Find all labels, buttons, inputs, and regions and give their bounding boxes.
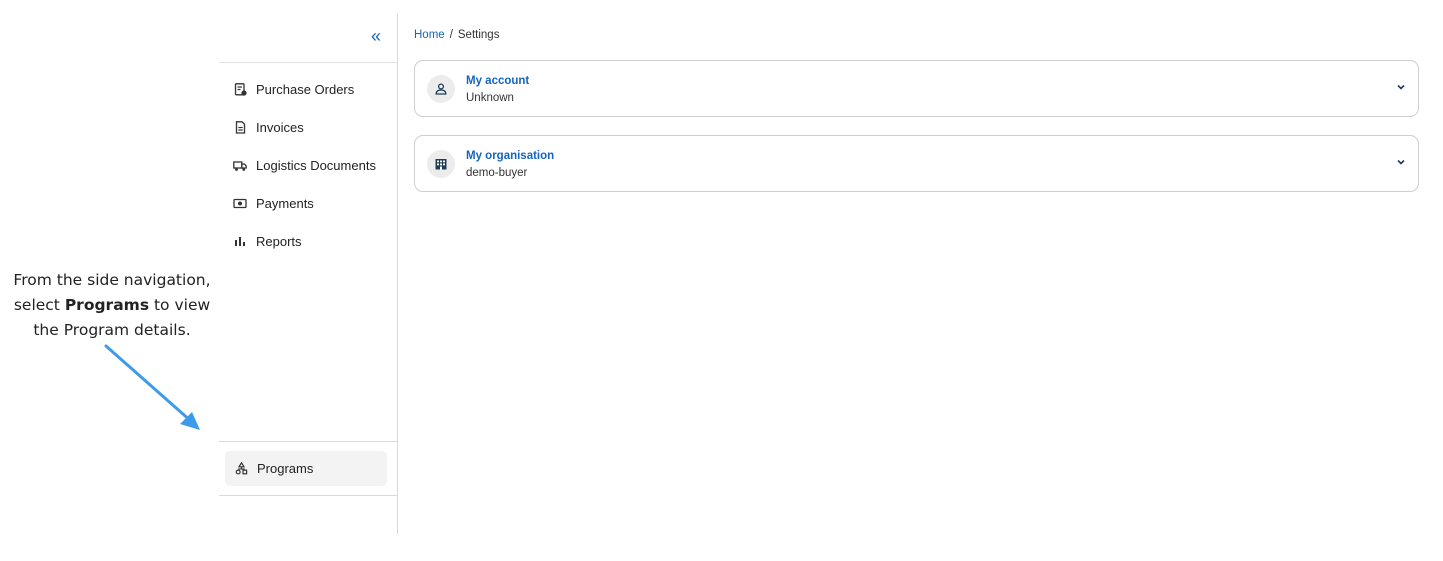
my-account-card[interactable]: My account Unknown	[414, 60, 1419, 117]
breadcrumb-current: Settings	[457, 29, 500, 41]
annotation-arrow-icon	[104, 344, 200, 430]
sidebar-item-label: Purchase Orders	[256, 81, 355, 97]
card-title: My organisation	[466, 150, 555, 162]
breadcrumb-separator: /	[449, 29, 453, 41]
sidebar-item-reports[interactable]: Reports	[219, 222, 397, 260]
bar-chart-icon	[233, 234, 247, 248]
annotation-line-2-pre: select	[13, 296, 65, 314]
sidebar-divider	[219, 62, 397, 63]
breadcrumb: Home / Settings	[414, 29, 499, 41]
chevron-down-icon[interactable]	[1396, 157, 1406, 167]
purchase-orders-icon	[233, 82, 247, 96]
sidebar-item-label: Payments	[256, 195, 314, 211]
sidebar-item-purchase-orders[interactable]: Purchase Orders	[219, 70, 397, 108]
sidebar-item-invoices[interactable]: Invoices	[219, 108, 397, 146]
sidebar-bottom-section: Programs	[219, 441, 397, 496]
sidebar-item-label: Logistics Documents	[256, 157, 376, 173]
sidebar-item-label: Programs	[257, 461, 314, 476]
annotation-text: From the side navigation, select Program…	[6, 268, 218, 343]
chevron-down-icon[interactable]	[1396, 82, 1406, 92]
user-icon	[427, 75, 455, 103]
invoice-icon	[233, 120, 247, 134]
truck-icon	[233, 158, 247, 172]
sidebar-item-programs[interactable]: Programs	[225, 451, 387, 486]
sidebar-item-label: Invoices	[256, 119, 304, 135]
card-subtitle: demo-buyer	[466, 167, 528, 179]
sidebar-item-label: Reports	[256, 233, 302, 249]
card-title: My account	[466, 75, 530, 87]
annotation-line-2-post: to view	[149, 296, 211, 314]
card-subtitle: Unknown	[466, 92, 514, 104]
sidebar-item-payments[interactable]: Payments	[219, 184, 397, 222]
annotation-line-3: the Program details.	[33, 321, 191, 339]
annotation-line-1: From the side navigation,	[13, 271, 211, 289]
building-icon	[427, 150, 455, 178]
collapse-sidebar-button[interactable]: «	[371, 26, 381, 46]
breadcrumb-home-link[interactable]: Home	[414, 29, 445, 41]
my-organisation-card[interactable]: My organisation demo-buyer	[414, 135, 1419, 192]
sidebar-divider	[219, 495, 397, 496]
sidebar-nav: Purchase Orders Invoices Logistics Docum…	[219, 70, 397, 260]
side-navigation: « Purchase Orders Invoices Logistics Doc…	[219, 14, 398, 534]
annotation-line-2-bold: Programs	[64, 296, 150, 314]
payments-icon	[233, 196, 247, 210]
programs-icon	[234, 462, 248, 476]
sidebar-item-logistics-documents[interactable]: Logistics Documents	[219, 146, 397, 184]
